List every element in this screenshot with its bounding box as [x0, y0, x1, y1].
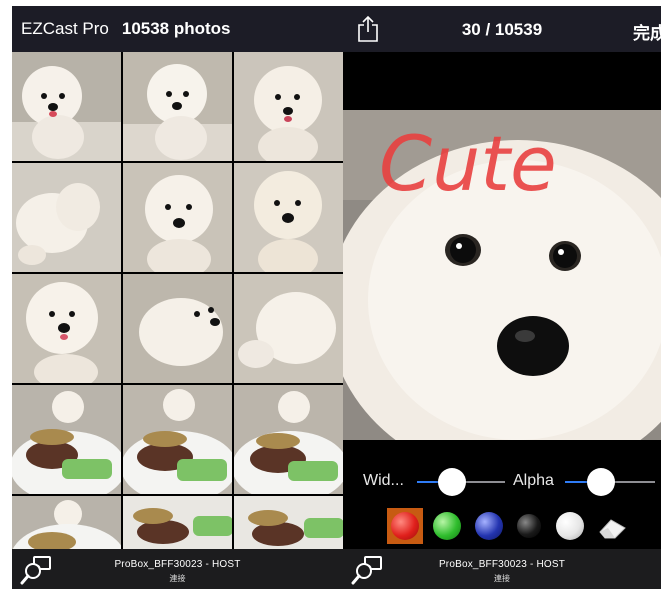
photo-library-panel: EZCast Pro 10538 photos ProBox_BFF30023 …	[12, 6, 343, 589]
photo-thumbnail[interactable]	[12, 274, 121, 383]
photo-editor-panel: 30 / 10539 完成 Cute Wid... Alpha ProBox_B…	[343, 6, 661, 589]
width-label: Wid...	[363, 472, 404, 489]
library-header: EZCast Pro 10538 photos	[12, 6, 343, 52]
width-slider-knob[interactable]	[438, 468, 467, 496]
connection-bar: ProBox_BFF30023 - HOST 連接	[343, 549, 661, 589]
photo-thumbnail[interactable]	[12, 52, 121, 161]
photo-thumbnail[interactable]	[234, 163, 343, 272]
photo-thumbnail[interactable]	[12, 496, 121, 549]
color-red-button[interactable]	[391, 512, 419, 540]
photo-thumbnail[interactable]	[234, 385, 343, 494]
done-button[interactable]: 完成	[633, 19, 661, 44]
connection-status: 連接	[494, 574, 510, 583]
photo-thumbnail[interactable]	[123, 274, 232, 383]
eraser-icon[interactable]	[597, 514, 629, 545]
alpha-slider-knob[interactable]	[587, 468, 615, 496]
photo-thumbnail[interactable]	[234, 52, 343, 161]
editor-header: 30 / 10539 完成	[343, 6, 661, 52]
photo-thumbnail[interactable]	[234, 274, 343, 383]
photo-grid	[12, 52, 343, 549]
alpha-label: Alpha	[513, 472, 554, 489]
app-title: EZCast Pro	[21, 19, 109, 38]
photo-thumbnail[interactable]	[234, 496, 343, 549]
color-green-button[interactable]	[433, 512, 461, 540]
color-palette	[343, 508, 661, 544]
photo-thumbnail[interactable]	[12, 163, 121, 272]
annotation-text: Cute	[379, 119, 557, 208]
device-name: ProBox_BFF30023 - HOST	[438, 559, 566, 570]
photo-thumbnail[interactable]	[123, 385, 232, 494]
connection-status: 連接	[169, 574, 186, 583]
photo-thumbnail[interactable]	[123, 496, 232, 549]
connection-bar: ProBox_BFF30023 - HOST 連接	[12, 549, 343, 589]
photo-count: 10538 photos	[121, 19, 231, 38]
photo-thumbnail[interactable]	[12, 385, 121, 494]
photo-thumbnail[interactable]	[123, 163, 232, 272]
slider-row: Wid... Alpha	[343, 466, 661, 498]
color-white-button[interactable]	[556, 512, 584, 540]
device-name: ProBox_BFF30023 - HOST	[114, 559, 241, 570]
color-blue-button[interactable]	[475, 512, 503, 540]
photo-index: 30 / 10539	[461, 20, 543, 39]
drawing-toolbar: Wid... Alpha	[343, 446, 661, 549]
edited-photo[interactable]: Cute	[343, 110, 661, 440]
color-black-button[interactable]	[517, 514, 541, 538]
photo-thumbnail[interactable]	[123, 52, 232, 161]
